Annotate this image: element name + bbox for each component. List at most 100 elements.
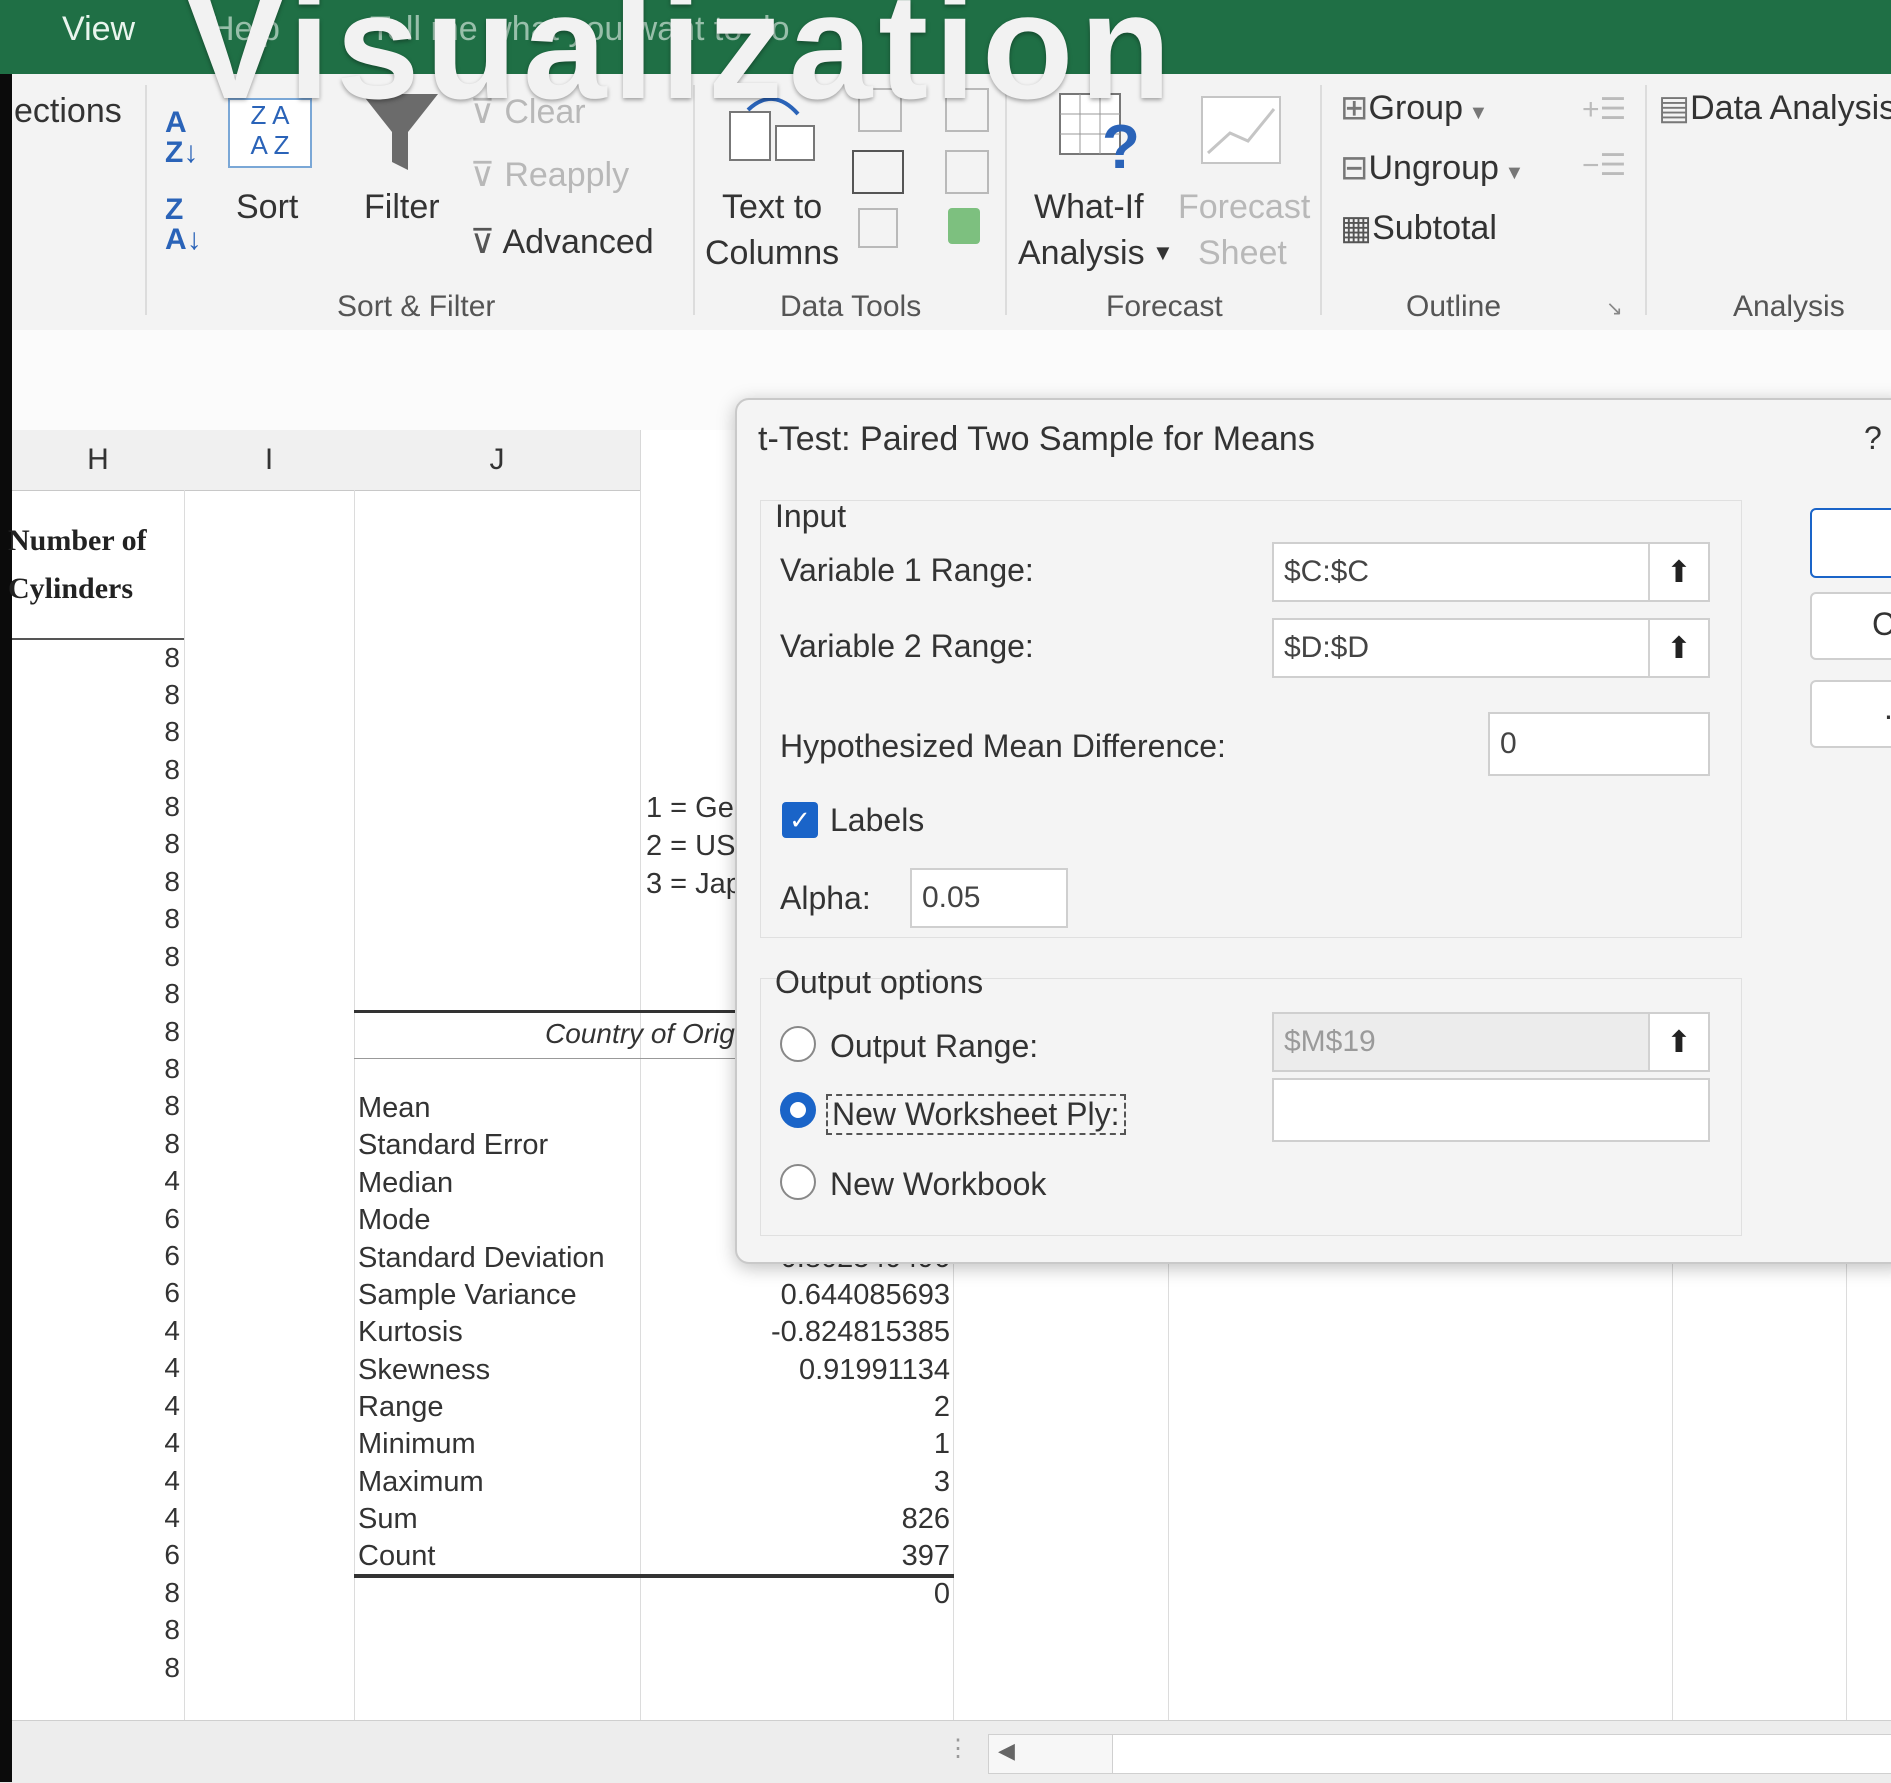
variable1-range-input[interactable]: $C:$C (1272, 542, 1710, 602)
legend-line[interactable]: 2 = US (646, 830, 735, 863)
stat-label[interactable]: Skewness (358, 1354, 490, 1387)
cylinders-cell[interactable]: 6 (140, 1277, 180, 1309)
sort-descending-icon[interactable]: Z A↓ (165, 195, 202, 255)
new-worksheet-ply-input[interactable] (1272, 1078, 1710, 1142)
chevron-down-icon[interactable]: ▼ (1152, 240, 1174, 266)
cylinders-cell[interactable]: 8 (140, 1016, 180, 1048)
cylinders-cell[interactable]: 8 (140, 754, 180, 786)
cylinders-cell[interactable]: 8 (140, 1577, 180, 1609)
cylinders-cell[interactable]: 8 (140, 642, 180, 674)
what-if-line2[interactable]: Analysis (1018, 234, 1145, 273)
cylinders-cell[interactable]: 8 (140, 941, 180, 973)
column-header-j[interactable]: J (354, 430, 641, 491)
show-detail-icon[interactable]: +☰ (1582, 92, 1626, 127)
text-to-columns-line1[interactable]: Text to (722, 188, 822, 227)
new-worksheet-ply-label[interactable]: New Worksheet Ply: (826, 1094, 1126, 1135)
cancel-button[interactable]: C (1810, 592, 1891, 660)
hypothesized-mean-input[interactable]: 0 (1488, 712, 1710, 776)
collapse-arrow-icon[interactable]: ⬆ (1648, 1014, 1708, 1070)
sort-button[interactable]: Sort (236, 188, 298, 227)
output-range-radio[interactable] (780, 1026, 816, 1062)
stat-value[interactable]: 826 (710, 1503, 950, 1536)
cylinders-cell[interactable]: 8 (140, 903, 180, 935)
relationships-icon[interactable] (945, 150, 989, 194)
cylinders-cell[interactable]: 4 (140, 1390, 180, 1422)
tab-view[interactable]: View (62, 10, 135, 49)
stat-value[interactable]: 1 (710, 1428, 950, 1461)
text-to-columns-line2[interactable]: Columns (705, 234, 839, 273)
cylinders-cell[interactable]: 8 (140, 1614, 180, 1646)
cylinders-cell[interactable]: 4 (140, 1315, 180, 1347)
data-analysis-button[interactable]: ▤Data Analysis (1658, 88, 1891, 128)
legend-line[interactable]: 3 = Jap (646, 868, 742, 901)
stat-label[interactable]: Mean (358, 1092, 431, 1125)
new-workbook-radio[interactable] (780, 1164, 816, 1200)
stat-label[interactable]: Mode (358, 1204, 431, 1237)
cylinders-cell[interactable]: 6 (140, 1203, 180, 1235)
cylinders-cell[interactable]: 8 (140, 791, 180, 823)
cylinders-cell[interactable]: 8 (140, 1053, 180, 1085)
collapse-arrow-icon[interactable]: ⬆ (1648, 544, 1708, 600)
cylinders-cell[interactable]: 4 (140, 1165, 180, 1197)
subtotal-button[interactable]: ▦Subtotal (1340, 208, 1497, 248)
data-model-icon[interactable] (948, 208, 980, 244)
cylinders-cell[interactable]: 8 (140, 716, 180, 748)
cylinders-cell[interactable]: 6 (140, 1240, 180, 1272)
help-icon[interactable]: ? (1864, 420, 1882, 457)
what-if-line1[interactable]: What-If (1034, 188, 1144, 227)
labels-label[interactable]: Labels (830, 802, 924, 839)
collapse-arrow-icon[interactable]: ⬆ (1648, 620, 1708, 676)
cylinders-cell[interactable]: 8 (140, 866, 180, 898)
forecast-sheet-icon[interactable] (1200, 95, 1284, 167)
stat-label[interactable]: Kurtosis (358, 1316, 463, 1349)
cylinders-cell[interactable]: 4 (140, 1352, 180, 1384)
stat-value[interactable]: 0 (710, 1578, 950, 1611)
reapply-button[interactable]: ⊽ Reapply (470, 155, 629, 195)
legend-line[interactable]: 1 = Ge (646, 792, 734, 825)
new-workbook-label[interactable]: New Workbook (830, 1166, 1046, 1203)
stat-value[interactable]: 2 (710, 1391, 950, 1424)
cylinders-cell[interactable]: 4 (140, 1502, 180, 1534)
output-range-input[interactable]: $M$19 (1272, 1012, 1710, 1072)
ok-button[interactable] (1810, 508, 1891, 578)
cylinders-cell[interactable]: 4 (140, 1465, 180, 1497)
stat-value[interactable]: 397 (710, 1540, 950, 1573)
connections-label[interactable]: ections (14, 92, 122, 131)
cylinders-cell[interactable]: 6 (140, 1539, 180, 1571)
ungroup-button[interactable]: ⊟Ungroup ▼ (1340, 148, 1524, 188)
outline-dialog-launcher-icon[interactable]: ↘ (1606, 296, 1623, 321)
stat-value[interactable]: 0.644085693 (710, 1279, 950, 1312)
stat-label[interactable]: Standard Error (358, 1129, 548, 1162)
alpha-input[interactable]: 0.05 (910, 868, 1068, 928)
cylinders-cell[interactable]: 8 (140, 978, 180, 1010)
cylinders-cell[interactable]: 8 (140, 1090, 180, 1122)
column-header-h[interactable]: H (12, 430, 185, 491)
help-button[interactable]: . (1810, 680, 1891, 748)
new-worksheet-ply-radio[interactable] (780, 1092, 816, 1128)
variable2-range-input[interactable]: $D:$D (1272, 618, 1710, 678)
scroll-left-icon[interactable]: ◀ (998, 1738, 1015, 1764)
stat-value[interactable]: 3 (710, 1466, 950, 1499)
stat-value[interactable]: -0.824815385 (710, 1316, 950, 1349)
stat-label[interactable]: Sample Variance (358, 1279, 577, 1312)
stat-label[interactable]: Minimum (358, 1428, 476, 1461)
advanced-filter-button[interactable]: ⊽ Advanced (470, 222, 654, 262)
output-range-label[interactable]: Output Range: (830, 1028, 1038, 1065)
stat-label[interactable]: Sum (358, 1503, 418, 1536)
stat-value[interactable]: 0.91991134 (710, 1354, 950, 1387)
hide-detail-icon[interactable]: −☰ (1582, 148, 1626, 183)
stat-label[interactable]: Maximum (358, 1466, 484, 1499)
cylinders-cell[interactable]: 8 (140, 1128, 180, 1160)
stat-label[interactable]: Standard Deviation (358, 1242, 605, 1275)
cylinders-cell[interactable]: 8 (140, 679, 180, 711)
labels-checkbox[interactable]: ✓ (782, 802, 818, 838)
stat-label[interactable]: Range (358, 1391, 443, 1424)
forecast-sheet-line1[interactable]: Forecast (1178, 188, 1310, 227)
filter-button[interactable]: Filter (364, 188, 440, 227)
horizontal-scroll-track[interactable] (1112, 1734, 1891, 1774)
forecast-sheet-line2[interactable]: Sheet (1198, 234, 1287, 273)
stat-label[interactable]: Median (358, 1167, 453, 1200)
scroll-splitter-icon[interactable]: ⋮ (946, 1734, 970, 1763)
country-of-origin-header[interactable]: Country of Orig (545, 1018, 735, 1050)
column-header-i[interactable]: I (184, 430, 355, 491)
